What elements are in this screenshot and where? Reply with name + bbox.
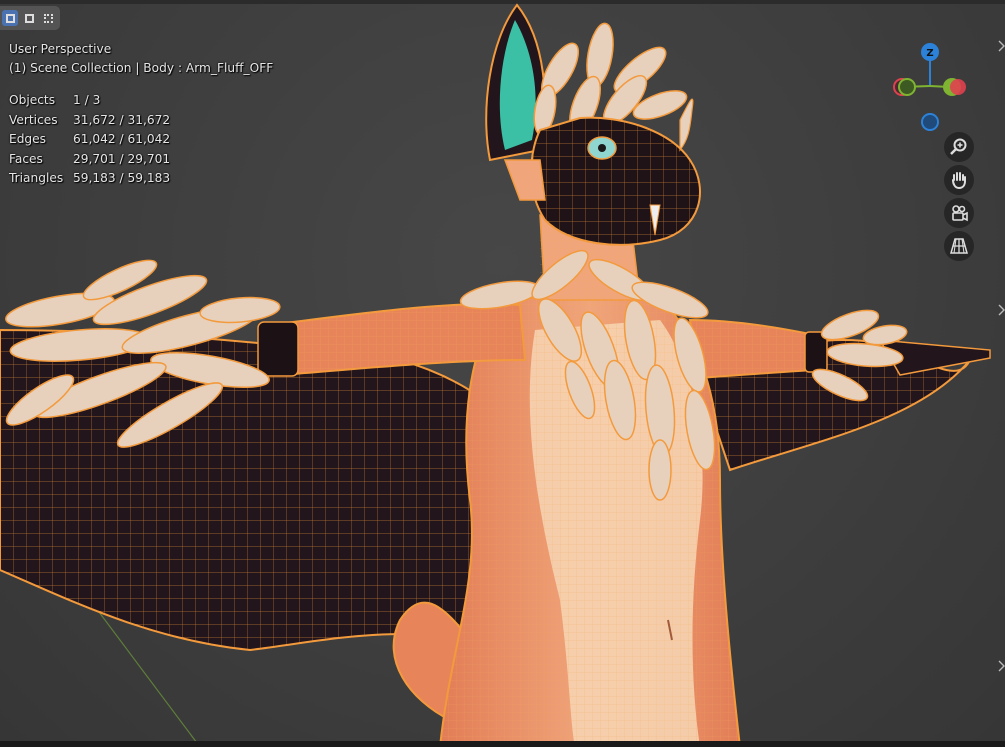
sidebar-toggle-arrow[interactable]: [998, 660, 1005, 672]
edge-select-mode-button[interactable]: [21, 10, 37, 26]
perspective-toggle-button[interactable]: [944, 231, 974, 261]
grid-perspective-icon: [950, 238, 968, 254]
stat-row: Objects 1 / 3: [9, 91, 170, 111]
camera-icon: [952, 205, 968, 222]
stat-value: 31,672 / 31,672: [73, 112, 171, 127]
stat-label: Triangles: [9, 171, 64, 185]
stat-label: Edges: [9, 132, 47, 146]
statistics-overlay: Objects 1 / 3 Vertices 31,672 / 31,672 E…: [9, 91, 170, 189]
view-name: User Perspective: [9, 42, 112, 56]
face-icon: [43, 13, 53, 23]
edge-icon: [24, 13, 34, 23]
neg-z-axis-ball: [921, 113, 939, 131]
zoom-button[interactable]: [944, 132, 974, 162]
stat-value: 59,183 / 59,183: [73, 171, 171, 185]
zoom-icon: [950, 138, 967, 155]
y-axis-ball-neg: [898, 78, 916, 96]
3d-viewport[interactable]: User Perspective (1) Scene Collection | …: [0, 0, 1005, 747]
navigation-gizmo[interactable]: Z: [880, 36, 980, 136]
stat-label: Objects: [9, 93, 56, 107]
stat-value: 29,701 / 29,701: [73, 151, 171, 166]
sidebar-toggle-arrow[interactable]: [998, 40, 1005, 52]
stat-row: Vertices 31,672 / 31,672: [9, 111, 170, 131]
pan-button[interactable]: [944, 165, 974, 195]
select-mode-buttons: [0, 6, 60, 30]
collection-info: (1) Scene Collection | Body : Arm_Fluff_…: [9, 61, 274, 75]
sidebar-toggle-arrow[interactable]: [998, 304, 1005, 316]
stat-label: Vertices: [9, 112, 58, 127]
stat-value: 61,042 / 61,042: [73, 132, 171, 146]
stat-row: Faces 29,701 / 29,701: [9, 150, 170, 170]
footer-strip: [0, 741, 1005, 747]
stat-value: 1 / 3: [73, 93, 101, 107]
camera-view-button[interactable]: [944, 198, 974, 228]
stat-row: Edges 61,042 / 61,042: [9, 130, 170, 150]
hand-pan-icon: [952, 172, 966, 190]
z-axis-label: Z: [926, 48, 933, 59]
stat-row: Triangles 59,183 / 59,183: [9, 169, 170, 189]
vertex-select-mode-button[interactable]: [2, 10, 18, 26]
vertex-icon: [5, 13, 15, 23]
face-select-mode-button[interactable]: [40, 10, 56, 26]
stat-label: Faces: [9, 151, 43, 166]
x-axis-ball: [950, 79, 966, 95]
head: [485, 3, 701, 246]
